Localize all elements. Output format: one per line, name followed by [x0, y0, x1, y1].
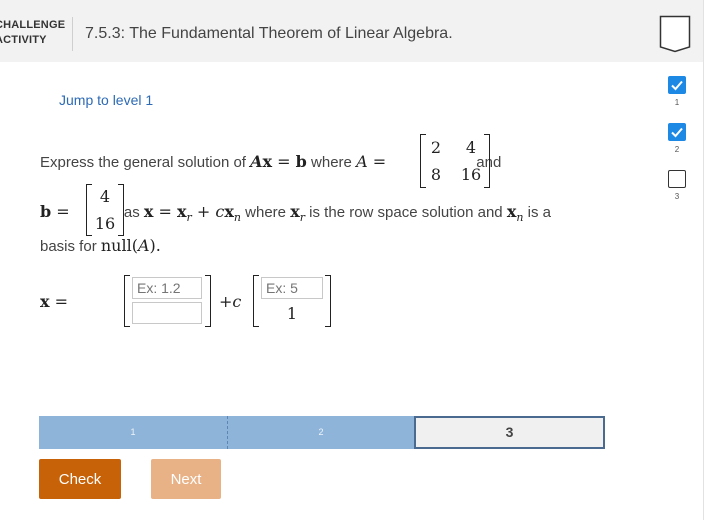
xn-first-entry-input[interactable] [261, 277, 323, 299]
answer-lhs: x = [40, 292, 69, 311]
xr-vector-input [124, 275, 211, 327]
matrix-a-cell: 16 [460, 165, 482, 184]
xr-second-entry-input[interactable] [132, 302, 202, 324]
header-divider [72, 17, 73, 51]
answer-area: x = +c 1 [40, 275, 340, 329]
matrix-a-cell: 2 [430, 138, 442, 157]
vector-b-cell: 4 [99, 187, 111, 206]
matrix-a-cell: 8 [430, 165, 442, 184]
problem-line-3: basis for null(A). [40, 236, 161, 255]
xn-fixed-entry: 1 [286, 304, 298, 323]
check-icon [668, 123, 686, 141]
jump-to-level-link[interactable]: Jump to level 1 [59, 92, 153, 108]
challenge-activity-label: CHALLENGE ACTIVITY [0, 19, 66, 46]
level-3-indicator[interactable]: 3 [665, 170, 689, 201]
empty-box-icon [668, 170, 686, 188]
check-icon [668, 76, 686, 94]
check-button[interactable]: Check [39, 459, 121, 499]
activity-title: 7.5.3: The Fundamental Theorem of Linear… [85, 25, 453, 42]
level-2-indicator[interactable]: 2 [665, 123, 689, 154]
vector-b-cell: 16 [94, 214, 116, 233]
plus-c-label: +c [219, 292, 242, 311]
xn-vector-input: 1 [253, 275, 331, 327]
activity-header: CHALLENGE ACTIVITY 7.5.3: The Fundamenta… [0, 0, 703, 62]
next-button[interactable]: Next [151, 459, 221, 499]
progress-segment-3: 3 [414, 416, 605, 449]
panel-border [703, 0, 704, 520]
bookmark-icon[interactable] [659, 15, 691, 53]
matrix-a: 2 4 8 16 [420, 134, 490, 188]
progress-segment-2: 2 [228, 416, 414, 449]
level-1-indicator[interactable]: 1 [665, 76, 689, 107]
xr-first-entry-input[interactable] [132, 277, 202, 299]
progress-segment-1: 1 [39, 416, 228, 449]
vector-b: 4 16 [86, 184, 124, 236]
matrix-a-cell: 4 [465, 138, 477, 157]
level-progress-bar: 1 2 3 [39, 416, 605, 449]
